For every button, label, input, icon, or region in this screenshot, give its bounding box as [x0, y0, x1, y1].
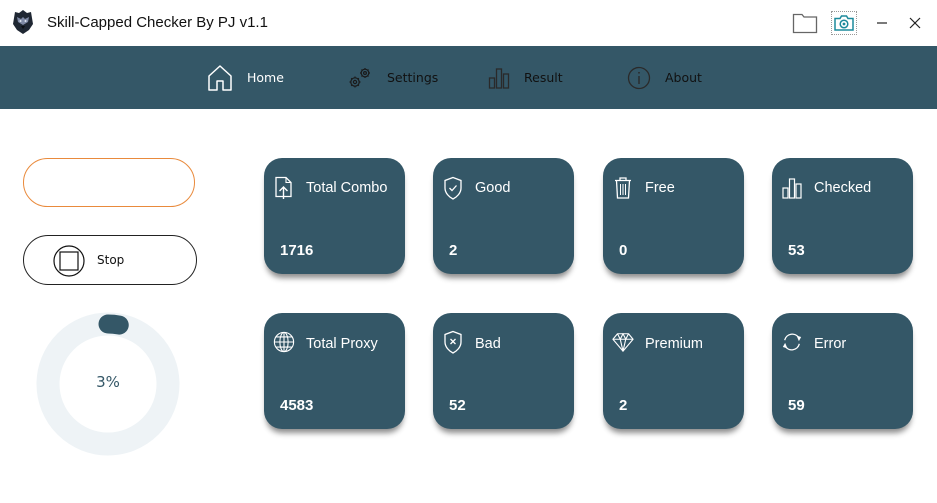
- stat-value: 59: [788, 397, 805, 414]
- stop-button[interactable]: Stop: [23, 235, 197, 285]
- screenshot-button[interactable]: [831, 11, 857, 35]
- nav-label-home: Home: [247, 70, 284, 85]
- stat-card-total-combo: Total Combo 1716: [264, 158, 405, 274]
- stat-value: 52: [449, 397, 466, 414]
- stat-card-free: Free 0: [603, 158, 744, 274]
- shield-x-icon: [444, 330, 462, 354]
- stat-label: Premium: [645, 336, 704, 352]
- close-icon: [909, 17, 921, 29]
- bar-chart-icon: [782, 178, 802, 199]
- stat-label: Total Proxy: [306, 336, 378, 352]
- title-bar: Skill-Capped Checker By PJ v1.1: [0, 0, 937, 46]
- nav-label-about: About: [665, 70, 702, 85]
- stat-value: 4583: [280, 397, 314, 414]
- file-upload-icon: [275, 176, 292, 199]
- stat-value: 2: [619, 397, 628, 414]
- camera-icon: [834, 15, 854, 31]
- nav-label-settings: Settings: [387, 70, 439, 85]
- stat-value: 0: [619, 242, 628, 259]
- home-icon: [208, 64, 232, 91]
- stat-label: Error: [814, 336, 847, 352]
- stat-label: Bad: [475, 336, 501, 352]
- open-folder-button[interactable]: [791, 10, 819, 36]
- close-button[interactable]: [901, 10, 929, 36]
- app-title: Skill-Capped Checker By PJ v1.1: [47, 14, 268, 31]
- nav-item-settings[interactable]: Settings: [347, 46, 438, 109]
- minimize-button[interactable]: [868, 10, 896, 36]
- stat-card-bad: Bad 52: [433, 313, 574, 429]
- shield-check-icon: [444, 176, 462, 200]
- stop-icon: [53, 245, 85, 277]
- stat-value: 53: [788, 242, 805, 259]
- stat-card-premium: Premium 2: [603, 313, 744, 429]
- gears-icon: [349, 67, 370, 87]
- refresh-icon: [782, 333, 802, 351]
- bar-chart-icon: [488, 67, 510, 89]
- stat-value: 2: [449, 242, 458, 259]
- folder-icon: [792, 13, 818, 34]
- stat-card-total-proxy: Total Proxy 4583: [264, 313, 405, 429]
- stat-label: Free: [645, 180, 675, 196]
- wolf-logo-icon: [13, 10, 33, 34]
- stat-card-error: Error 59: [772, 313, 913, 429]
- stat-label: Checked: [814, 180, 872, 196]
- stop-label: Stop: [97, 253, 125, 267]
- globe-icon: [273, 331, 295, 353]
- info-icon: [627, 66, 651, 89]
- stat-card-checked: Checked 53: [772, 158, 913, 274]
- minimize-icon: [877, 22, 887, 24]
- nav-item-result[interactable]: Result: [488, 46, 563, 109]
- nav-label-result: Result: [524, 70, 563, 85]
- combo-input[interactable]: [23, 158, 195, 207]
- trash-icon: [615, 177, 631, 199]
- progress-percent-label: 3%: [96, 373, 120, 391]
- stat-card-good: Good 2: [433, 158, 574, 274]
- nav-bar: Home Settings Result About: [0, 46, 937, 109]
- stat-value: 1716: [280, 242, 314, 259]
- nav-item-home[interactable]: Home: [207, 46, 284, 109]
- stat-label: Good: [475, 180, 511, 196]
- nav-item-about[interactable]: About: [627, 46, 702, 109]
- diamond-icon: [612, 333, 634, 352]
- stat-label: Total Combo: [306, 180, 388, 196]
